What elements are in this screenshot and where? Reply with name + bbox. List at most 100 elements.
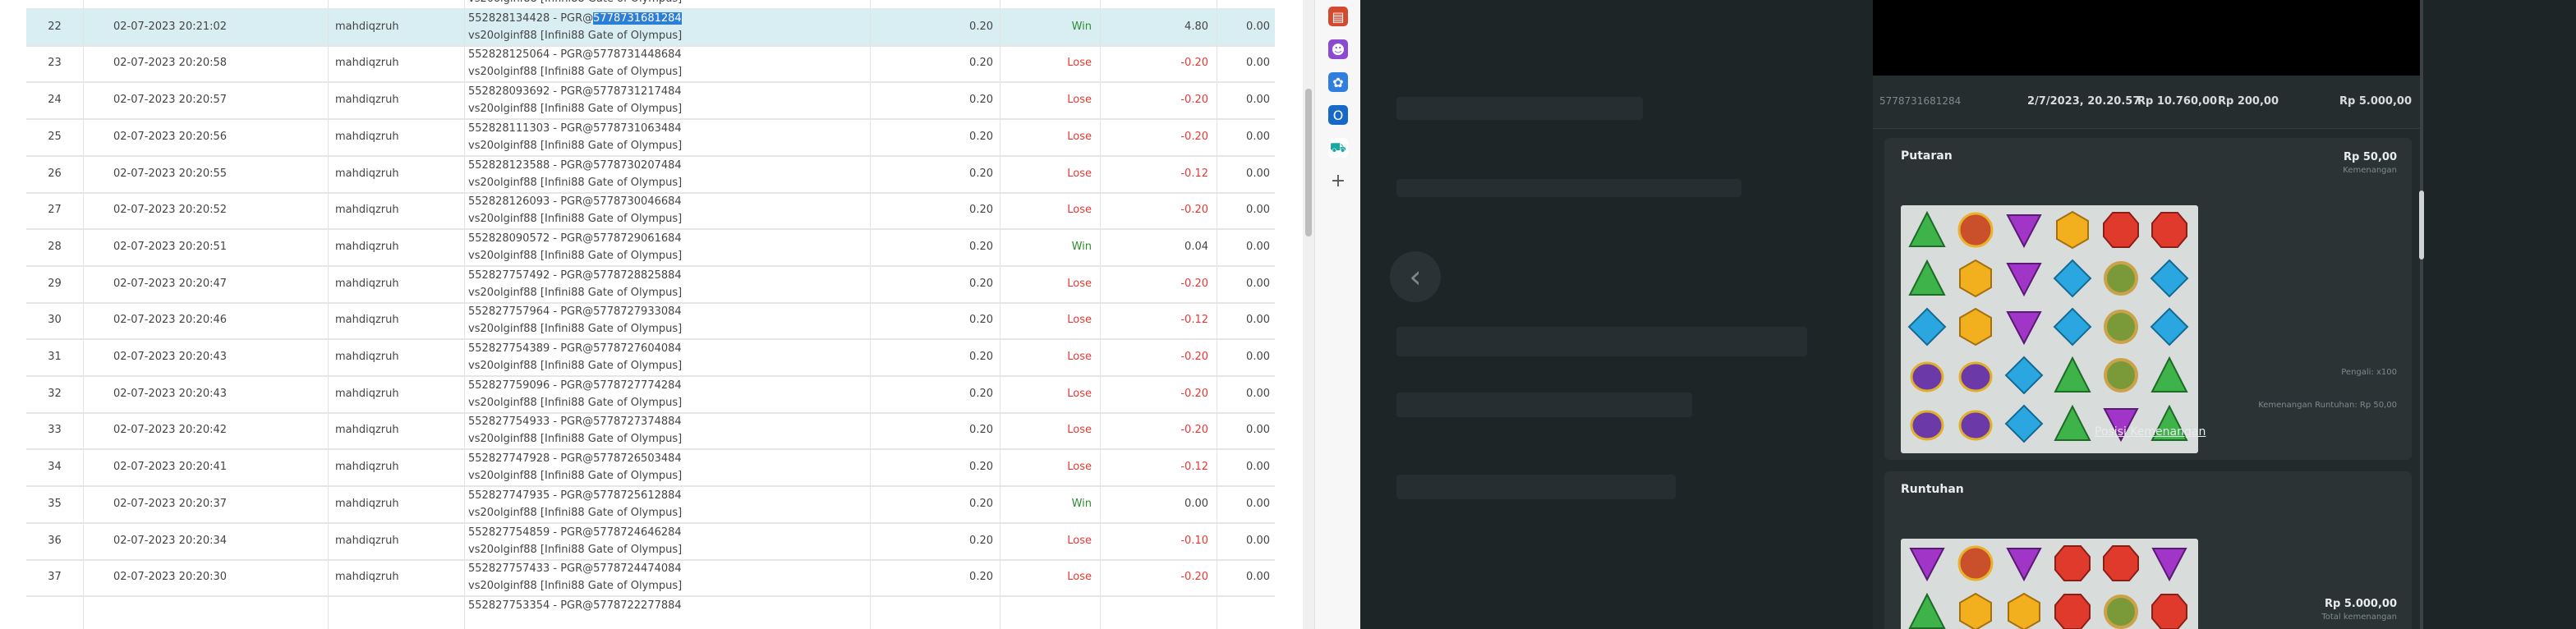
table-row[interactable]: 30 02-07-2023 20:20:46 mahdiqzruh 552827757… bbox=[26, 302, 1275, 341]
table-row[interactable]: 33 02-07-2023 20:20:42 mahdiqzruh 552827754… bbox=[26, 412, 1275, 451]
row-username: mahdiqzruh bbox=[329, 412, 465, 449]
row-bet: 0.20 bbox=[871, 228, 1000, 265]
row-description: 552827754859 - PGR@5778724646284 vs20olgi… bbox=[465, 522, 871, 559]
description-round-id[interactable]: 5778726503484 bbox=[593, 452, 682, 465]
row-result: Lose bbox=[1000, 82, 1101, 119]
description-ref: 552827753354 - PGR@ bbox=[468, 599, 594, 612]
blue-gem-icon bbox=[2053, 259, 2092, 298]
row-amount: -0.20 bbox=[1101, 82, 1217, 119]
table-row[interactable]: 26 02-07-2023 20:20:55 mahdiqzruh 552828123… bbox=[26, 155, 1275, 194]
row-date: 02-07-2023 20:21:09 bbox=[84, 0, 329, 8]
photos-icon[interactable]: ✿ bbox=[1328, 72, 1348, 92]
table-row[interactable]: 31 02-07-2023 20:20:43 mahdiqzruh 552827754… bbox=[26, 339, 1275, 377]
row-number: 23 bbox=[26, 45, 84, 82]
row-result: Lose bbox=[1000, 522, 1101, 559]
description-round-id[interactable]: 5778725612884 bbox=[593, 489, 682, 502]
browser-sidebar: ▤ ☻ ✿ O ⛟ + bbox=[1314, 0, 1361, 629]
table-row[interactable]: 22 02-07-2023 20:21:02 mahdiqzruh 552828134… bbox=[26, 8, 1275, 47]
row-balance: 0.00 bbox=[1246, 314, 1270, 327]
description-ref: 552827754389 - PGR@ bbox=[468, 342, 594, 355]
row-number: 24 bbox=[26, 82, 84, 119]
description-round-id[interactable]: 5778731681284 bbox=[593, 11, 682, 25]
panel-scrollbar-thumb[interactable] bbox=[2419, 191, 2424, 259]
row-amount: -0.20 bbox=[1101, 192, 1217, 229]
blue-gem-icon bbox=[2150, 259, 2189, 298]
row-description: 552827757492 - PGR@5778728825884 vs20olgi… bbox=[465, 265, 871, 302]
description-round-id[interactable]: 5778731448684 bbox=[593, 48, 682, 61]
description-round-id[interactable]: 5778727374884 bbox=[593, 416, 682, 428]
spin-amount-label: Kemenangan bbox=[2343, 166, 2397, 175]
round-id: 5778731681284 bbox=[1879, 95, 1962, 107]
back-button[interactable]: ‹ bbox=[1390, 251, 1441, 302]
description-round-id[interactable]: 5778727933084 bbox=[593, 305, 682, 318]
shopping-cart-icon[interactable]: ⛟ bbox=[1328, 138, 1348, 158]
description-round-id[interactable]: 5778728825884 bbox=[593, 269, 682, 282]
description-round-id[interactable]: 5778722277884 bbox=[593, 599, 682, 612]
description-round-id[interactable]: 5778727774284 bbox=[593, 379, 682, 392]
row-number: 37 bbox=[26, 559, 84, 596]
row-number: 29 bbox=[26, 265, 84, 302]
orb-gem-icon bbox=[1956, 544, 1995, 583]
table-row[interactable]: 36 02-07-2023 20:20:34 mahdiqzruh 552827754… bbox=[26, 522, 1275, 561]
purple-gem-icon bbox=[2004, 210, 2044, 250]
row-username: mahdiqzruh bbox=[329, 375, 465, 412]
multiplier-label: Pengali: x100 bbox=[2341, 368, 2397, 377]
add-icon[interactable]: + bbox=[1328, 171, 1348, 191]
row-amount: -0.20 bbox=[1101, 559, 1217, 596]
description-line-1: 552828090572 - PGR@5778729061684 bbox=[468, 230, 870, 247]
description-round-id[interactable]: 5778727604084 bbox=[593, 342, 682, 355]
description-line-2: vs20olginf88 [Infini88 Gate of Olympus] bbox=[468, 176, 683, 189]
row-date: 02-07-2023 20:20:52 bbox=[84, 192, 329, 229]
blue-gem-icon bbox=[1907, 307, 1947, 347]
table-row[interactable]: 552827753354 - PGR@5778722277884 bbox=[26, 595, 1275, 629]
row-date: 02-07-2023 20:20:43 bbox=[84, 339, 329, 375]
description-round-id[interactable]: 5778730207484 bbox=[593, 159, 682, 172]
table-scrollbar-thumb[interactable] bbox=[1305, 89, 1312, 236]
red-gem-icon bbox=[2101, 210, 2141, 250]
row-date: 02-07-2023 20:20:58 bbox=[84, 45, 329, 82]
description-line-1: 552827747928 - PGR@5778726503484 bbox=[468, 450, 870, 467]
red-gem-icon bbox=[2053, 544, 2092, 583]
description-round-id[interactable]: 5778729061684 bbox=[593, 232, 682, 245]
description-round-id[interactable]: 5778731063484 bbox=[593, 122, 682, 135]
table-row[interactable]: 29 02-07-2023 20:20:47 mahdiqzruh 552827757… bbox=[26, 265, 1275, 304]
row-balance: 0.00 bbox=[1246, 57, 1270, 70]
tumble-win-label: Kemenangan Runtuhan: Rp 50,00 bbox=[2258, 401, 2397, 410]
description-ref: 552828125064 - PGR@ bbox=[468, 48, 594, 62]
table-row[interactable]: 34 02-07-2023 20:20:41 mahdiqzruh 552827747… bbox=[26, 449, 1275, 488]
description-round-id[interactable]: 5778724646284 bbox=[593, 526, 682, 539]
toolbox-icon[interactable]: ▤ bbox=[1328, 7, 1348, 26]
game-history-overlay: ‹ 5778731681284 2/7/2023, 20.20.57 Rp 10… bbox=[1360, 0, 2576, 629]
description-line-2: vs20olginf88 [Infini88 Gate of Olympus] bbox=[468, 139, 683, 152]
table-row[interactable]: 32 02-07-2023 20:20:43 mahdiqzruh 552827759… bbox=[26, 375, 1275, 414]
description-line-1: 552827747935 - PGR@5778725612884 bbox=[468, 487, 870, 504]
yellow-gem-icon bbox=[2004, 592, 2044, 629]
crown-gem-icon bbox=[1907, 356, 1947, 395]
table-row[interactable]: 24 02-07-2023 20:20:57 mahdiqzruh 552828093… bbox=[26, 82, 1275, 121]
description-round-id[interactable]: 5778724474084 bbox=[593, 562, 682, 575]
green-gem-icon bbox=[1907, 210, 1947, 250]
description-round-id[interactable]: 5778730046684 bbox=[593, 195, 682, 208]
row-number: 35 bbox=[26, 485, 84, 522]
description-ref: 552828093692 - PGR@ bbox=[468, 85, 594, 99]
row-number: 33 bbox=[26, 412, 84, 449]
description-round-id[interactable]: 5778731217484 bbox=[593, 85, 682, 98]
users-icon[interactable]: ☻ bbox=[1328, 39, 1348, 59]
row-description: 552828111303 - PGR@5778731063484 vs20olgi… bbox=[465, 118, 871, 155]
row-description: 552827754933 - PGR@5778727374884 vs20olgi… bbox=[465, 412, 871, 449]
table-row[interactable]: 35 02-07-2023 20:20:37 mahdiqzruh 552827747… bbox=[26, 485, 1275, 524]
win-positions-link[interactable]: Posisi Kemenangan bbox=[2095, 425, 2206, 438]
description-line-2: vs20olginf88 [Infini88 Gate of Olympus] bbox=[468, 433, 683, 446]
row-bet bbox=[871, 595, 1000, 629]
row-username bbox=[329, 595, 465, 629]
table-row[interactable]: 27 02-07-2023 20:20:52 mahdiqzruh 552828126… bbox=[26, 192, 1275, 231]
table-row[interactable]: 37 02-07-2023 20:20:30 mahdiqzruh 552827757… bbox=[26, 559, 1275, 598]
row-amount: -0.20 bbox=[1101, 265, 1217, 302]
row-number: 32 bbox=[26, 375, 84, 412]
outlook-icon[interactable]: O bbox=[1328, 105, 1348, 125]
table-row[interactable]: 25 02-07-2023 20:20:56 mahdiqzruh 552828111… bbox=[26, 118, 1275, 157]
panel-scrollbar-track[interactable] bbox=[2420, 0, 2423, 629]
row-description: 552827759096 - PGR@5778727774284 vs20olgi… bbox=[465, 375, 871, 412]
table-row[interactable]: 28 02-07-2023 20:20:51 mahdiqzruh 552828090… bbox=[26, 228, 1275, 267]
table-row[interactable]: 23 02-07-2023 20:20:58 mahdiqzruh 552828125… bbox=[26, 45, 1275, 84]
